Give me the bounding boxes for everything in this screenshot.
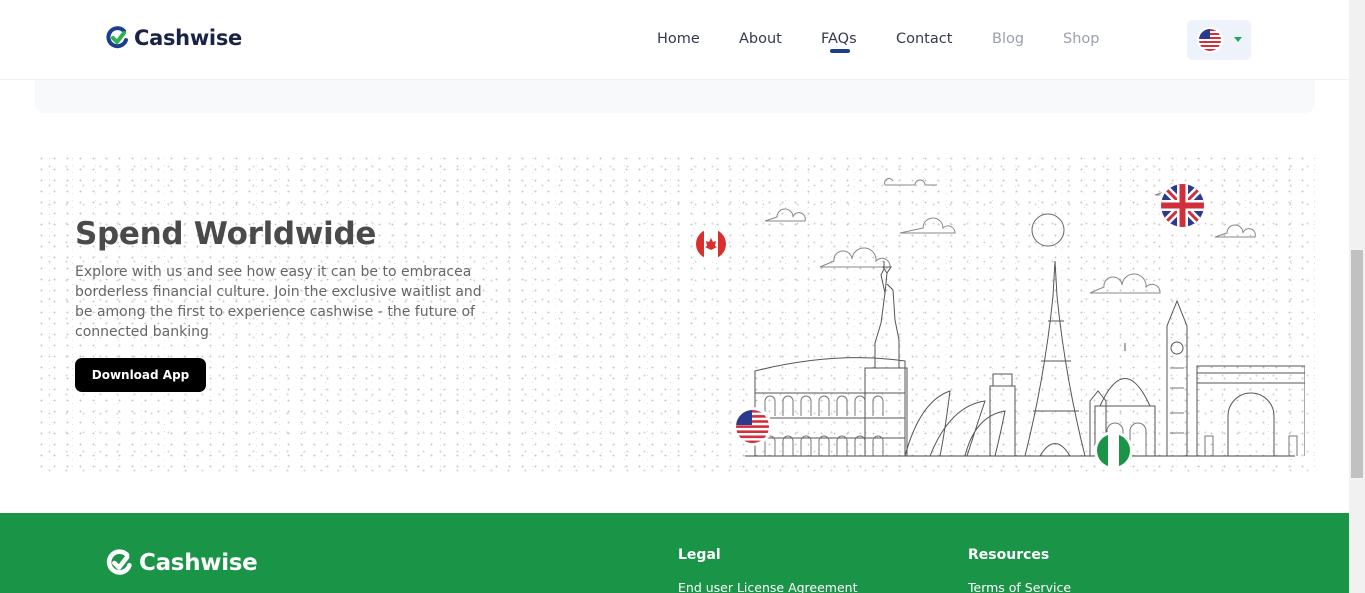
page-scrollbar[interactable] <box>1349 0 1365 593</box>
language-selector[interactable] <box>1187 20 1251 60</box>
chevron-down-icon <box>1234 37 1242 42</box>
download-app-button[interactable]: Download App <box>75 358 206 392</box>
site-footer: Cashwise Legal End user License Agreemen… <box>0 513 1349 593</box>
hero-title: Spend Worldwide <box>75 216 377 252</box>
cashwise-logo-icon <box>106 26 128 49</box>
world-landmarks-illustration <box>745 178 1305 457</box>
brand-name: Cashwise <box>134 26 242 50</box>
footer-link-terms[interactable]: Terms of Service <box>968 580 1071 593</box>
spend-worldwide-section: Spend Worldwide Explore with us and see … <box>35 153 1315 473</box>
nav-about[interactable]: About <box>739 31 782 47</box>
nav-blog[interactable]: Blog <box>992 31 1024 47</box>
nav-home[interactable]: Home <box>657 31 700 47</box>
us-flag-icon <box>736 410 769 443</box>
active-nav-indicator <box>830 49 850 53</box>
faq-panel-bottom <box>35 80 1315 113</box>
nigeria-flag-icon <box>1097 434 1130 467</box>
footer-heading-resources: Resources <box>968 547 1050 563</box>
footer-link-eula[interactable]: End user License Agreement <box>678 580 858 593</box>
scrollbar-thumb[interactable] <box>1351 250 1363 478</box>
nav-faqs[interactable]: FAQs <box>821 31 857 47</box>
nav-shop[interactable]: Shop <box>1063 31 1099 47</box>
cashwise-logo-icon <box>106 549 132 575</box>
uk-flag-icon <box>1161 184 1204 227</box>
us-flag-icon <box>1199 29 1221 51</box>
hero-description: Explore with us and see how easy it can … <box>75 264 482 340</box>
page: Cashwise Home About FAQs Contact Blog Sh… <box>0 0 1365 593</box>
footer-heading-legal: Legal <box>678 547 721 563</box>
site-header: Cashwise Home About FAQs Contact Blog Sh… <box>0 0 1349 80</box>
footer-brand-logo[interactable]: Cashwise <box>104 548 258 578</box>
nav-contact[interactable]: Contact <box>896 31 952 47</box>
footer-brand-name: Cashwise <box>139 550 258 576</box>
canada-flag-icon <box>696 229 726 259</box>
brand-logo[interactable]: Cashwise <box>104 25 242 51</box>
